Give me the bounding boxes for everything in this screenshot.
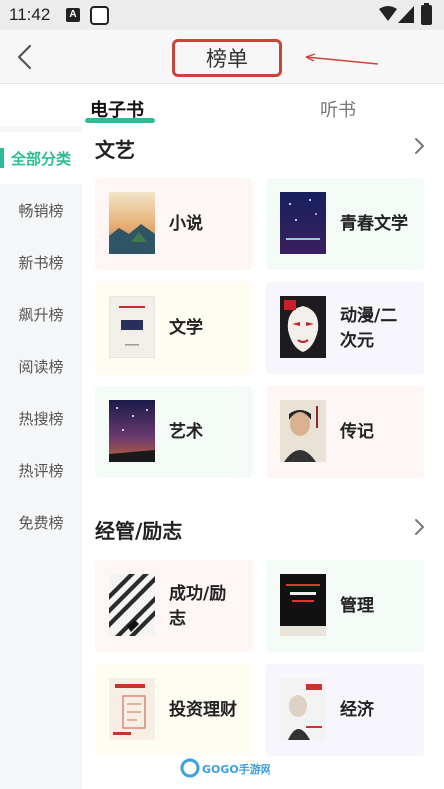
sidebar-item-label: 热评榜 xyxy=(18,461,64,480)
chevron-right-icon[interactable] xyxy=(414,137,426,155)
sidebar-item-label: 新书榜 xyxy=(18,253,64,272)
category-card-biography[interactable]: 传记 xyxy=(266,386,424,478)
sidebar-item-label: 畅销榜 xyxy=(18,201,64,220)
wifi-icon xyxy=(379,6,397,21)
sidebar-active-indicator xyxy=(0,148,4,168)
sidebar-item-label: 飙升榜 xyxy=(18,305,64,324)
category-card-success[interactable]: 成功/励 志 xyxy=(95,560,253,652)
category-label: 管理 xyxy=(340,596,374,616)
category-label: 小说 xyxy=(169,214,203,234)
sidebar-item-free[interactable]: 免费榜 xyxy=(0,496,82,548)
title-highlight-box: 榜单 xyxy=(172,39,282,77)
book-cover-landscape-icon xyxy=(109,192,155,254)
chevron-right-icon[interactable] xyxy=(414,518,426,536)
sidebar-item-hot-search[interactable]: 热搜榜 xyxy=(0,392,82,444)
top-tabs: 电子书 听书 xyxy=(0,84,444,126)
category-label-line1: 动漫/二 xyxy=(340,306,398,326)
book-cover-finance-icon xyxy=(109,678,155,740)
sidebar-item-reading[interactable]: 阅读榜 xyxy=(0,340,82,392)
book-cover-portrait-icon xyxy=(280,400,326,462)
app-header: 榜单 xyxy=(0,30,444,84)
sidebar-item-label: 全部分类 xyxy=(10,149,71,168)
category-card-novel[interactable]: 小说 xyxy=(95,178,253,270)
book-cover-night-sky-icon xyxy=(280,192,326,254)
category-label: 投资理财 xyxy=(169,700,237,720)
section-title-arts: 文艺 xyxy=(95,138,135,162)
category-label: 文学 xyxy=(169,318,203,338)
sidebar-item-bestseller[interactable]: 畅销榜 xyxy=(0,184,82,236)
category-label: 经济 xyxy=(340,700,374,720)
category-card-anime[interactable]: 动漫/二 次元 xyxy=(266,282,424,374)
notification-a-icon: A xyxy=(66,8,80,22)
sidebar-item-label: 免费榜 xyxy=(18,513,64,532)
book-cover-mask-icon xyxy=(280,296,326,358)
category-label: 青春文学 xyxy=(340,214,408,234)
category-card-youth-literature[interactable]: 青春文学 xyxy=(266,178,424,270)
sidebar-item-new-books[interactable]: 新书榜 xyxy=(0,236,82,288)
section-title-business: 经管/励志 xyxy=(95,519,183,543)
battery-icon xyxy=(421,3,432,25)
sidebar-item-label: 阅读榜 xyxy=(18,357,64,376)
annotation-arrow-icon xyxy=(305,53,379,65)
tab-audiobook[interactable]: 听书 xyxy=(320,96,356,122)
category-label-line1: 成功/励 xyxy=(169,584,227,604)
gogo-watermark-logo: GOGO手游网 xyxy=(180,758,270,778)
back-arrow-icon[interactable] xyxy=(10,40,40,74)
sidebar-item-hot-review[interactable]: 热评榜 xyxy=(0,444,82,496)
category-label-line2: 次元 xyxy=(340,331,374,351)
signal-icon xyxy=(398,6,414,23)
category-sidebar: 全部分类 畅销榜 新书榜 飙升榜 阅读榜 热搜榜 热评榜 免费榜 xyxy=(0,126,82,789)
sidebar-item-label: 热搜榜 xyxy=(18,409,64,428)
category-label: 传记 xyxy=(340,422,374,442)
category-label-line2: 志 xyxy=(169,609,186,629)
book-cover-economics-icon xyxy=(280,678,326,740)
book-cover-plain-icon xyxy=(109,296,155,358)
category-card-management[interactable]: 管理 xyxy=(266,560,424,652)
category-card-economics[interactable]: 经济 xyxy=(266,664,424,756)
tab-active-indicator xyxy=(85,118,155,123)
sidebar-item-all-categories[interactable]: 全部分类 xyxy=(0,132,82,184)
page-title: 榜单 xyxy=(206,47,248,71)
notification-square-icon xyxy=(90,6,109,25)
svg-text:GOGO手游网: GOGO手游网 xyxy=(202,762,270,776)
category-card-literature[interactable]: 文学 xyxy=(95,282,253,374)
book-cover-principles-icon xyxy=(280,574,326,636)
status-time: 11:42 xyxy=(9,5,51,24)
book-cover-starry-sky-icon xyxy=(109,400,155,462)
category-card-investment[interactable]: 投资理财 xyxy=(95,664,253,756)
sidebar-item-rising[interactable]: 飙升榜 xyxy=(0,288,82,340)
category-card-art[interactable]: 艺术 xyxy=(95,386,253,478)
status-bar: 11:42 A xyxy=(0,0,444,30)
category-label: 艺术 xyxy=(169,422,203,442)
book-cover-stripes-icon xyxy=(109,574,155,636)
